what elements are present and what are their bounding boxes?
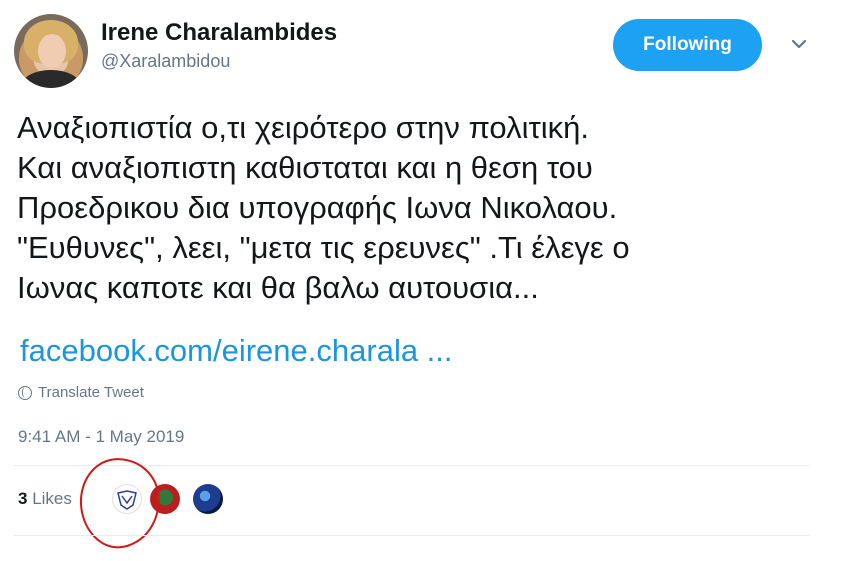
author-name[interactable]: Irene Charalambides — [101, 19, 337, 47]
translate-tweet-link[interactable]: Translate Tweet — [18, 384, 144, 401]
likes-label: Likes — [32, 489, 72, 508]
tweet-timestamp[interactable]: 9:41 AM - 1 May 2019 — [18, 427, 184, 447]
chevron-down-icon[interactable] — [788, 36, 810, 52]
author-handle[interactable]: @Xaralambidou — [101, 51, 230, 72]
liker-avatar[interactable] — [193, 484, 223, 514]
tweet-text: Αναξιοπιστία ο,τι χειρότερο στην πολιτικ… — [17, 110, 630, 305]
red-circle-annotation — [75, 454, 165, 552]
tweet-link[interactable]: facebook.com/eirene.charala ... — [20, 333, 453, 369]
author-avatar[interactable] — [14, 14, 88, 88]
avatar-shirt — [22, 70, 80, 88]
avatar-face — [38, 34, 66, 68]
divider — [14, 535, 809, 536]
likes-count: 3 — [18, 489, 28, 508]
likes-link[interactable]: 3 Likes — [18, 489, 72, 509]
globe-icon — [18, 385, 32, 400]
following-button[interactable]: Following — [613, 19, 762, 71]
translate-label: Translate Tweet — [38, 384, 144, 401]
